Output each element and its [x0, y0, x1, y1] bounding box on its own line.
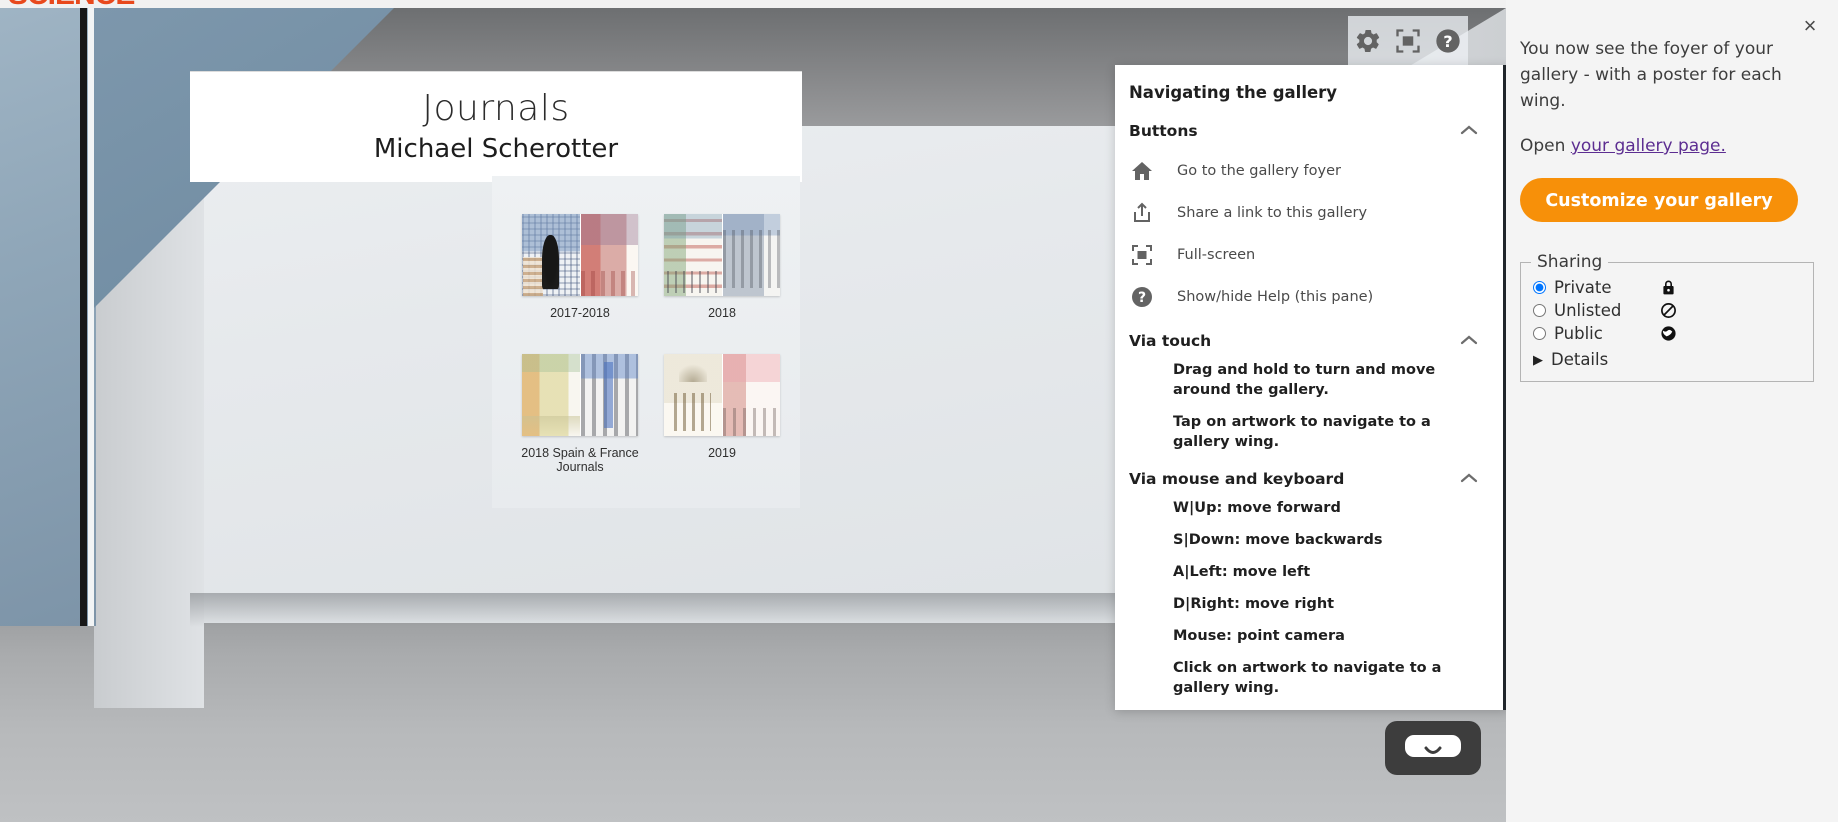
close-icon[interactable]: ×	[1798, 14, 1822, 38]
chevron-up-icon[interactable]	[1459, 332, 1479, 350]
sketch-image	[580, 354, 638, 436]
sharing-radio-private[interactable]	[1533, 281, 1546, 294]
sharing-option-unlisted[interactable]: Unlisted	[1531, 299, 1803, 322]
artwork-pair[interactable]	[522, 354, 638, 436]
svg-text:?: ?	[1138, 290, 1146, 306]
gallery-poster[interactable]: Journals Michael Scherotter	[190, 71, 802, 182]
help-bullet: Tap on artwork to navigate to a gallery …	[1173, 414, 1431, 450]
sketch-image	[664, 354, 722, 436]
wing-thumbnail-3[interactable]: 2019	[652, 354, 792, 460]
poster-author: Michael Scherotter	[373, 134, 619, 164]
sketch-image	[722, 214, 780, 296]
sketch-image	[580, 214, 638, 296]
artwork-pair[interactable]	[664, 214, 780, 296]
sharing-option-private[interactable]: Private	[1531, 276, 1803, 299]
svg-text:?: ?	[1443, 32, 1452, 51]
help-button-label: Show/hide Help (this pane)	[1177, 289, 1374, 305]
gear-icon	[1354, 27, 1382, 55]
help-bullet: S|Down: move backwards	[1173, 532, 1383, 548]
fullscreen-icon	[1129, 242, 1155, 268]
wing-thumbnail-label: 2018 Spain & France Journals	[521, 446, 639, 474]
chevron-up-icon[interactable]	[1459, 122, 1479, 140]
gallery-page-link[interactable]: your gallery page.	[1571, 136, 1726, 156]
wing-thumbnail-label: 2019	[708, 446, 736, 460]
help-button-item-share[interactable]: Share a link to this gallery	[1129, 192, 1483, 234]
help-bullet: A|Left: move left	[1173, 564, 1311, 580]
sharing-option-label: Private	[1554, 278, 1612, 297]
sharing-legend: Sharing	[1537, 252, 1603, 272]
sharing-option-label: Public	[1554, 324, 1603, 343]
help-button-item-home[interactable]: Go to the gallery foyer	[1129, 150, 1483, 192]
sketch-image	[522, 354, 580, 436]
help-section-mouse-keyboard-header[interactable]: Via mouse and keyboard	[1129, 470, 1483, 488]
fullscreen-button[interactable]	[1391, 24, 1425, 58]
help-icon: ?	[1434, 27, 1462, 55]
sharing-option-label: Unlisted	[1554, 301, 1622, 320]
sharing-radio-public[interactable]	[1533, 327, 1546, 340]
share-icon	[1129, 200, 1155, 226]
sidebar-open-line: Open your gallery page.	[1520, 136, 1816, 156]
poster-title: Journals	[422, 88, 570, 129]
enter-vr-button[interactable]	[1385, 721, 1481, 775]
sharing-details-label: Details	[1551, 350, 1609, 369]
artwork-pair[interactable]	[664, 354, 780, 436]
site-logo[interactable]: SCIENCE	[8, 0, 135, 8]
artwork-pair[interactable]	[522, 214, 638, 296]
home-icon	[1129, 158, 1155, 184]
help-button-label: Share a link to this gallery	[1177, 205, 1368, 221]
help-section-touch-header[interactable]: Via touch	[1129, 332, 1483, 350]
gallery-app: SCIENCE Featured Galleries My Galleries …	[0, 0, 1838, 822]
settings-button[interactable]	[1351, 24, 1385, 58]
help-bullet: D|Right: move right	[1173, 596, 1335, 612]
triangle-right-icon: ▶	[1533, 351, 1543, 367]
help-section-heading: Via mouse and keyboard	[1129, 470, 1345, 488]
help-button-item-help[interactable]: ? Show/hide Help (this pane)	[1129, 276, 1483, 318]
customize-gallery-button[interactable]: Customize your gallery	[1520, 178, 1798, 222]
gallery-sidebar: × You now see the foyer of your gallery …	[1506, 0, 1838, 822]
wing-thumbnail-0[interactable]: 2017-2018	[510, 214, 650, 320]
help-panel-title: Navigating the gallery	[1129, 83, 1338, 102]
sharing-details-expander[interactable]: ▶ Details	[1531, 350, 1803, 369]
sharing-fieldset: Sharing Private Unlisted Public ▶ Detail…	[1520, 252, 1814, 382]
sharing-radio-unlisted[interactable]	[1533, 304, 1546, 317]
help-bullet: Mouse: point camera	[1173, 628, 1345, 644]
no-entry-icon	[1658, 302, 1678, 319]
sidebar-intro-text: You now see the foyer of your gallery - …	[1520, 39, 1782, 111]
help-icon: ?	[1129, 284, 1155, 310]
wing-thumbnail-card: 2017-2018 2018 2018 Spain & France Journ…	[492, 176, 800, 508]
help-panel: Navigating the gallery Buttons Go to the…	[1115, 65, 1508, 710]
wing-thumbnail-1[interactable]: 2018	[652, 214, 792, 320]
globe-icon	[1658, 325, 1678, 342]
sketch-image	[722, 354, 780, 436]
help-button-item-fullscreen[interactable]: Full-screen	[1129, 234, 1483, 276]
wing-thumbnail-label: 2017-2018	[550, 306, 610, 320]
vr-headset-icon	[1404, 731, 1462, 766]
open-prefix-label: Open	[1520, 136, 1571, 156]
wing-thumbnail-2[interactable]: 2018 Spain & France Journals	[510, 354, 650, 474]
help-section-buttons-header[interactable]: Buttons	[1129, 122, 1483, 140]
window-mullion	[80, 8, 87, 626]
wing-thumbnail-label: 2018	[708, 306, 736, 320]
scene-toolbar: ?	[1348, 16, 1468, 66]
lock-icon	[1658, 279, 1678, 296]
help-toggle-button[interactable]: ?	[1431, 24, 1465, 58]
help-bullet: Drag and hold to turn and move around th…	[1173, 362, 1436, 398]
help-section-heading: Buttons	[1129, 122, 1198, 140]
help-button-label: Go to the gallery foyer	[1177, 163, 1341, 179]
help-bullet: W|Up: move forward	[1173, 500, 1341, 516]
help-button-label: Full-screen	[1177, 247, 1256, 263]
fullscreen-icon	[1394, 27, 1422, 55]
sketch-image	[664, 214, 722, 296]
help-bullet: Click on artwork to navigate to a galler…	[1173, 660, 1442, 696]
sharing-option-public[interactable]: Public	[1531, 322, 1803, 345]
sketch-image	[522, 214, 580, 296]
chevron-up-icon[interactable]	[1459, 470, 1479, 488]
wing-thumbnail-grid: 2017-2018 2018 2018 Spain & France Journ…	[492, 176, 800, 508]
window-edge	[88, 8, 94, 626]
help-section-heading: Via touch	[1129, 332, 1212, 350]
